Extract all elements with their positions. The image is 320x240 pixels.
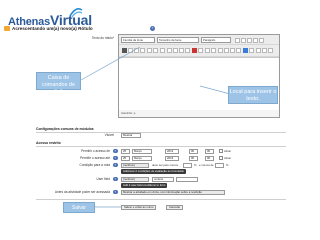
help-icon[interactable]: ? bbox=[113, 189, 118, 194]
commands-callout: Caixa de comandos de edição. bbox=[36, 72, 81, 95]
from-hour-select[interactable]: 00 bbox=[189, 148, 198, 154]
html-icon[interactable] bbox=[268, 48, 273, 53]
rich-text-editor[interactable]: Família da fonte Tamanho da fonte Parágr… bbox=[118, 34, 280, 118]
user-field-select[interactable]: (nenhum) bbox=[121, 176, 149, 182]
font-family-select[interactable]: Família da fonte bbox=[121, 36, 155, 43]
text-label: Texto do rótulo* bbox=[91, 36, 114, 40]
font-size-select[interactable]: Tamanho da fonte bbox=[157, 36, 199, 43]
align-right-icon[interactable] bbox=[179, 48, 184, 53]
until-month-select[interactable]: Março bbox=[132, 155, 152, 161]
align-center-icon[interactable] bbox=[173, 48, 178, 53]
text-color-icon[interactable] bbox=[192, 48, 197, 53]
until-day-select[interactable]: 25 bbox=[121, 155, 130, 161]
allow-until-label: Permitir o acesso até bbox=[80, 156, 110, 160]
add-grade-conditions-button[interactable]: Adicionar 2 condições de avaliação ao fo… bbox=[121, 169, 186, 174]
page-title: Acrescentando um(a) novo(a) Rótulo bbox=[12, 26, 93, 31]
underline-icon[interactable] bbox=[134, 48, 139, 53]
clean-format-icon[interactable] bbox=[160, 48, 165, 53]
paragraph-select[interactable]: Parágrafo bbox=[201, 36, 231, 43]
until-enable-label: Ativar bbox=[224, 156, 232, 160]
ltr-icon[interactable] bbox=[205, 48, 210, 53]
visible-select[interactable]: Mostrar bbox=[121, 132, 141, 138]
outdent-icon[interactable] bbox=[230, 48, 235, 53]
grade-item-select[interactable]: (nenhum) bbox=[121, 162, 149, 168]
divider bbox=[36, 199, 286, 200]
subscript-icon[interactable] bbox=[147, 48, 152, 53]
from-enable-label: Ativar bbox=[224, 149, 232, 153]
background-color-icon[interactable] bbox=[198, 48, 203, 53]
bullet-list-icon[interactable] bbox=[218, 48, 223, 53]
numbered-list-icon[interactable] bbox=[224, 48, 229, 53]
from-month-select[interactable]: Março bbox=[132, 148, 152, 154]
rtl-icon[interactable] bbox=[211, 48, 216, 53]
replace-button[interactable] bbox=[253, 37, 258, 43]
help-icon[interactable]: ? bbox=[113, 176, 118, 181]
grade-condition-label: Condição para a nota bbox=[79, 163, 110, 167]
percent-label: % bbox=[226, 163, 229, 167]
from-year-select[interactable]: 2013 bbox=[165, 148, 179, 154]
editor-path: Caminho: p bbox=[121, 111, 136, 115]
from-enable-checkbox[interactable] bbox=[219, 149, 223, 153]
percent-label: % bbox=[194, 163, 197, 167]
editor-toolbar-row-2 bbox=[119, 45, 279, 57]
restrict-access-heading: Acesso restrito bbox=[36, 141, 61, 145]
before-access-select[interactable]: Mostrar a atividade em cinza, com inform… bbox=[121, 189, 225, 195]
before-access-label: Antes da atividade poder ser acessada bbox=[54, 190, 110, 194]
user-field-value-input[interactable] bbox=[176, 176, 198, 182]
help-icon[interactable]: ? bbox=[113, 162, 118, 167]
label-module-icon bbox=[4, 26, 10, 31]
allow-from-label: Permitir o acesso de bbox=[80, 149, 110, 153]
bold-icon[interactable] bbox=[122, 48, 127, 53]
user-field-operator-select[interactable]: contém bbox=[152, 176, 174, 182]
save-connector bbox=[95, 206, 121, 208]
image-icon[interactable] bbox=[256, 48, 261, 53]
save-and-return-button[interactable]: Salvar e voltar ao curso bbox=[121, 205, 157, 210]
from-day-select[interactable]: 25 bbox=[121, 148, 130, 154]
help-icon[interactable]: ? bbox=[150, 26, 155, 31]
strikethrough-icon[interactable] bbox=[140, 48, 145, 53]
grade-max-input[interactable] bbox=[215, 162, 224, 168]
help-icon[interactable]: ? bbox=[113, 148, 118, 153]
common-settings-heading: Configurações comuns de módulos bbox=[36, 127, 94, 131]
until-enable-checkbox[interactable] bbox=[219, 156, 223, 160]
grade-min-input[interactable] bbox=[183, 162, 192, 168]
align-left-icon[interactable] bbox=[167, 48, 172, 53]
link-icon[interactable] bbox=[243, 48, 248, 53]
undo-button[interactable] bbox=[235, 37, 240, 43]
superscript-icon[interactable] bbox=[153, 48, 158, 53]
visible-label: Visível bbox=[104, 133, 114, 137]
add-user-field-conditions-button[interactable]: Add 2 user field conditions to form bbox=[121, 183, 168, 188]
divider bbox=[36, 132, 286, 133]
until-hour-select[interactable]: 00 bbox=[189, 155, 198, 161]
indent-icon[interactable] bbox=[236, 48, 241, 53]
must-be-label: deve ser pelo menos bbox=[152, 163, 178, 167]
italic-icon[interactable] bbox=[128, 48, 133, 53]
and-less-label: e menos de bbox=[199, 163, 214, 167]
from-minute-select[interactable]: 00 bbox=[205, 148, 214, 154]
divider bbox=[36, 146, 286, 147]
user-field-label: User field bbox=[96, 177, 110, 181]
align-justify-icon[interactable] bbox=[185, 48, 190, 53]
save-callout: Salvar bbox=[63, 202, 95, 213]
insert-callout: Local para inserir o texto. bbox=[228, 86, 278, 104]
editor-toolbar-row-1: Família da fonte Tamanho da fonte Parágr… bbox=[119, 35, 279, 45]
help-icon[interactable]: ? bbox=[113, 155, 118, 160]
until-year-select[interactable]: 2013 bbox=[165, 155, 179, 161]
fullscreen-button[interactable] bbox=[259, 37, 264, 43]
media-icon[interactable] bbox=[262, 48, 267, 53]
search-button[interactable] bbox=[247, 37, 252, 43]
until-minute-select[interactable]: 00 bbox=[205, 155, 214, 161]
cancel-button[interactable]: Cancelar bbox=[166, 205, 184, 210]
unlink-icon[interactable] bbox=[249, 48, 254, 53]
redo-button[interactable] bbox=[241, 37, 246, 43]
